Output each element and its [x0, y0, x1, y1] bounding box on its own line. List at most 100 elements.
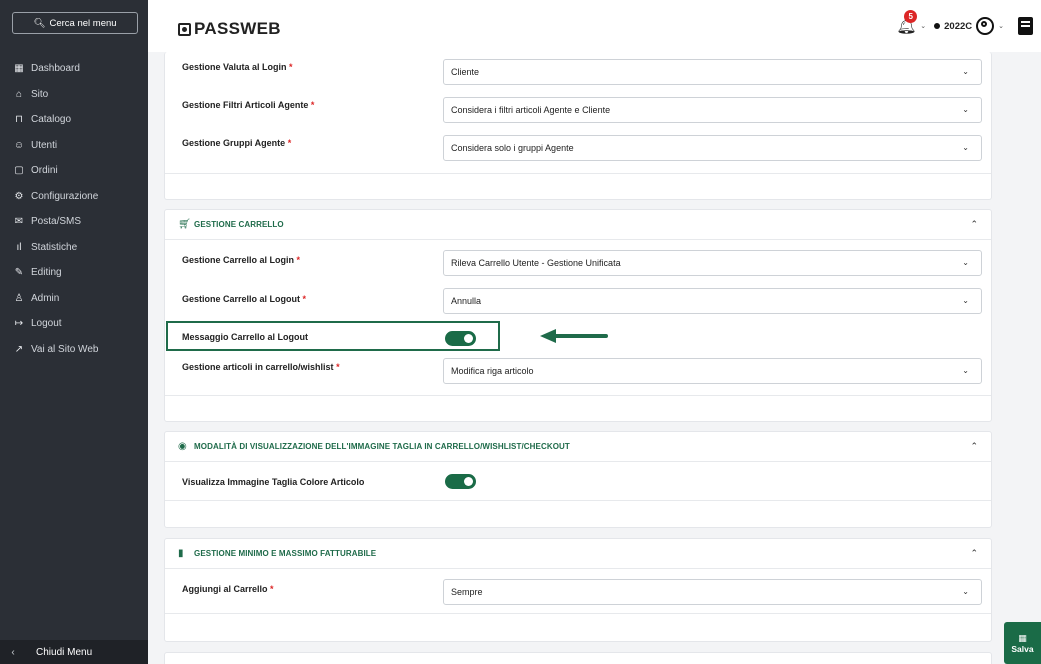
divider	[165, 173, 991, 174]
articoli-wishlist-select[interactable]: Modifica riga articolo ⌄	[443, 358, 982, 384]
chevron-down-icon: ⌄	[962, 143, 969, 152]
sidebar-item-label: Admin	[31, 292, 60, 304]
field-label: Aggiungi al Carrello *	[182, 584, 274, 594]
sidebar-item-sito[interactable]: ⌂ Sito	[0, 82, 148, 108]
sidebar-item-label: Ordini	[31, 165, 58, 177]
panel-header[interactable]: 🛒︎ GESTIONE CARRELLO ⌃	[165, 210, 991, 240]
carrello-logout-select[interactable]: Annulla ⌄	[443, 288, 982, 314]
divider	[165, 613, 991, 614]
sidebar: 🔍︎ Cerca nel menu ▦ Dashboard ⌂ Sito ⊓ Cata…	[0, 0, 148, 664]
logo-text: PASSWEB	[194, 19, 281, 38]
top-header: PASSWEB 🔔︎ 5 ⌄ 2022C ⌄	[148, 0, 1041, 52]
panel-title: GESTIONE CARRELLO	[194, 220, 284, 229]
logout-icon: ↦	[14, 318, 24, 330]
gruppi-agente-select[interactable]: Considera solo i gruppi Agente ⌄	[443, 135, 982, 161]
aggiungi-carrello-select[interactable]: Sempre ⌄	[443, 579, 982, 605]
sidebar-item-vai-al-sito[interactable]: ↗ Vai al Sito Web	[0, 337, 148, 363]
chevron-up-icon[interactable]: ⌃	[970, 441, 978, 452]
select-value: Modifica riga articolo	[451, 366, 534, 376]
home-icon: ⌂	[15, 88, 23, 100]
dashboard-icon: ▦	[14, 63, 24, 75]
carrello-login-select[interactable]: Rileva Carrello Utente - Gestione Unific…	[443, 250, 982, 276]
sidebar-item-label: Dashboard	[31, 63, 80, 75]
sidebar-item-editing[interactable]: ✎ Editing	[0, 260, 148, 286]
chevron-down-icon[interactable]: ⌄	[920, 22, 926, 30]
user-menu-chevron-icon[interactable]: ⌄	[998, 22, 1004, 30]
close-menu-button[interactable]: ‹ Chiudi Menu	[0, 640, 148, 664]
sidebar-item-statistiche[interactable]: ıl Statistiche	[0, 235, 148, 261]
field-label: Gestione Valuta al Login *	[182, 62, 293, 72]
field-label: Gestione articoli in carrello/wishlist *	[182, 362, 340, 372]
file-icon: ▢	[14, 165, 24, 177]
save-label: Salva	[1011, 643, 1034, 654]
sidebar-item-admin[interactable]: ♙ Admin	[0, 286, 148, 312]
sidebar-item-label: Editing	[31, 267, 62, 279]
binoculars-icon: ◉	[178, 441, 187, 452]
field-label: Visualizza Immagine Taglia Colore Artico…	[182, 477, 365, 487]
cart-icon: 🛒︎	[178, 219, 191, 230]
chevron-left-icon: ‹	[11, 646, 15, 658]
select-value: Annulla	[451, 296, 482, 306]
pencil-icon: ✎	[14, 267, 24, 279]
admin-icon: ♙	[14, 292, 24, 304]
filtri-articoli-select[interactable]: Considera i filtri articoli Agente e Cli…	[443, 97, 982, 123]
select-value: Rileva Carrello Utente - Gestione Unific…	[451, 258, 621, 268]
manual-icon[interactable]	[1018, 17, 1033, 35]
notifications-button[interactable]: 🔔︎ 5	[896, 10, 918, 36]
save-button[interactable]: ▦ Salva	[1004, 622, 1041, 664]
chevron-down-icon: ⌄	[962, 296, 969, 305]
header-actions: 🔔︎ 5 ⌄ 2022C ⌄	[896, 10, 1033, 36]
sidebar-item-dashboard[interactable]: ▦ Dashboard	[0, 56, 148, 82]
valuta-login-select[interactable]: Cliente ⌄	[443, 59, 982, 85]
immagine-taglia-toggle[interactable]	[445, 474, 476, 489]
select-value: Considera i filtri articoli Agente e Cli…	[451, 105, 611, 115]
sidebar-item-configurazione[interactable]: ⚙ Configurazione	[0, 184, 148, 210]
mail-icon: ✉	[14, 216, 24, 228]
external-link-icon: ↗	[14, 343, 24, 355]
divider	[165, 500, 991, 501]
sidebar-nav: ▦ Dashboard ⌂ Sito ⊓ Catalogo ☺ Utenti ▢ Ordi…	[0, 56, 148, 362]
menu-search-button[interactable]: 🔍︎ Cerca nel menu	[12, 12, 138, 34]
sidebar-item-label: Catalogo	[31, 114, 72, 126]
sidebar-item-label: Statistiche	[31, 241, 78, 253]
chevron-up-icon[interactable]: ⌃	[970, 548, 978, 559]
panel-header[interactable]: ▮ GESTIONE MINIMO E MASSIMO FATTURABILE …	[165, 539, 991, 569]
panel-title: GESTIONE MINIMO E MASSIMO FATTURABILE	[194, 549, 377, 558]
cart-icon: ⊓	[15, 114, 23, 126]
logo[interactable]: PASSWEB	[178, 19, 281, 39]
chevron-down-icon: ⌄	[962, 366, 969, 375]
arrow-left-icon	[540, 329, 608, 343]
floppy-icon: ▦	[1018, 632, 1027, 643]
field-label: Gestione Filtri Articoli Agente *	[182, 100, 315, 110]
search-icon: 🔍︎	[33, 17, 46, 29]
panel-next	[164, 652, 992, 664]
sidebar-item-label: Configurazione	[31, 190, 99, 202]
sidebar-item-logout[interactable]: ↦ Logout	[0, 311, 148, 337]
sidebar-item-ordini[interactable]: ▢ Ordini	[0, 158, 148, 184]
panel-gestione-carrello: 🛒︎ GESTIONE CARRELLO ⌃ Gestione Carrello…	[164, 209, 992, 422]
chevron-down-icon: ⌄	[962, 105, 969, 114]
gear-icon: ⚙	[14, 190, 24, 202]
sidebar-item-catalogo[interactable]: ⊓ Catalogo	[0, 107, 148, 133]
logo-icon	[178, 22, 191, 36]
sidebar-item-utenti[interactable]: ☺ Utenti	[0, 133, 148, 159]
sidebar-item-posta-sms[interactable]: ✉ Posta/SMS	[0, 209, 148, 235]
user-code: 2022C	[944, 20, 973, 32]
document-icon: ▮	[178, 548, 184, 559]
highlight-box	[166, 321, 500, 351]
panel-header[interactable]: ◉ MODALITÀ DI VISUALIZZAZIONE DELL'IMMAG…	[165, 432, 991, 462]
sidebar-item-label: Sito	[31, 88, 49, 100]
chevron-down-icon: ⌄	[962, 587, 969, 596]
select-value: Cliente	[451, 67, 480, 77]
panel-minimo-massimo: ▮ GESTIONE MINIMO E MASSIMO FATTURABILE …	[164, 538, 992, 642]
user-avatar-icon[interactable]	[976, 17, 995, 35]
field-label: Gestione Gruppi Agente *	[182, 138, 292, 148]
chevron-down-icon: ⌄	[962, 258, 969, 267]
sidebar-item-label: Posta/SMS	[31, 216, 82, 228]
menu-search-label: Cerca nel menu	[49, 17, 117, 29]
stats-icon: ıl	[16, 241, 22, 253]
chevron-up-icon[interactable]: ⌃	[970, 219, 978, 230]
select-value: Considera solo i gruppi Agente	[451, 143, 574, 153]
sidebar-item-label: Utenti	[31, 139, 58, 151]
sidebar-item-label: Logout	[31, 318, 62, 330]
